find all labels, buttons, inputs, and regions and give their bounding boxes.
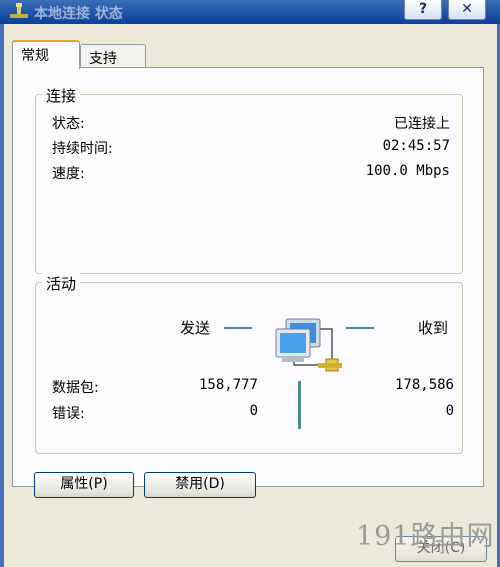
activity-group: 活动 发送 收到 数据包: 158,777 178,586 错误: 0 0 bbox=[35, 273, 463, 454]
disable-button[interactable]: 禁用(D) bbox=[144, 472, 256, 498]
received-errors-value: 0 bbox=[445, 403, 454, 419]
status-label: 状态: bbox=[52, 116, 85, 132]
properties-button[interactable]: 属性(P) bbox=[34, 472, 134, 498]
speed-value: 100.0 Mbps bbox=[365, 163, 450, 179]
sent-packets-value: 158,777 bbox=[198, 377, 258, 393]
received-label: 收到 bbox=[418, 319, 449, 337]
packets-label: 数据包: bbox=[52, 380, 99, 396]
tab-page-general: 连接 状态: 已连接上 持续时间: 02:45:57 速度: 100.0 Mbp… bbox=[12, 67, 484, 487]
sent-label: 发送 bbox=[180, 319, 211, 337]
tab-support[interactable]: 支持 bbox=[80, 44, 146, 68]
activity-group-title: 活动 bbox=[42, 273, 81, 294]
close-window-button[interactable]: ✕ bbox=[448, 0, 486, 20]
errors-label: 错误: bbox=[52, 406, 85, 422]
window-title: 本地连接 状态 bbox=[34, 6, 123, 22]
connection-group-title: 连接 bbox=[42, 85, 81, 106]
speed-label: 速度: bbox=[52, 166, 85, 182]
sent-line bbox=[224, 327, 252, 329]
network-connection-icon bbox=[10, 3, 28, 18]
tab-general[interactable]: 常规 bbox=[12, 40, 80, 69]
help-button[interactable]: ? bbox=[404, 0, 442, 20]
window-frame-left bbox=[0, 24, 4, 567]
received-line bbox=[346, 327, 374, 329]
sent-errors-value: 0 bbox=[249, 403, 258, 419]
network-computers-icon bbox=[275, 318, 342, 372]
activity-divider bbox=[298, 381, 301, 429]
watermark-text: 191路由网 bbox=[356, 521, 495, 552]
connection-group: 连接 状态: 已连接上 持续时间: 02:45:57 速度: 100.0 Mbp… bbox=[35, 85, 463, 274]
title-bar[interactable]: 本地连接 状态 ? ✕ bbox=[0, 0, 500, 24]
received-packets-value: 178,586 bbox=[394, 377, 454, 393]
duration-value: 02:45:57 bbox=[382, 138, 450, 154]
status-value: 已连接上 bbox=[394, 116, 450, 132]
duration-label: 持续时间: bbox=[52, 141, 113, 157]
